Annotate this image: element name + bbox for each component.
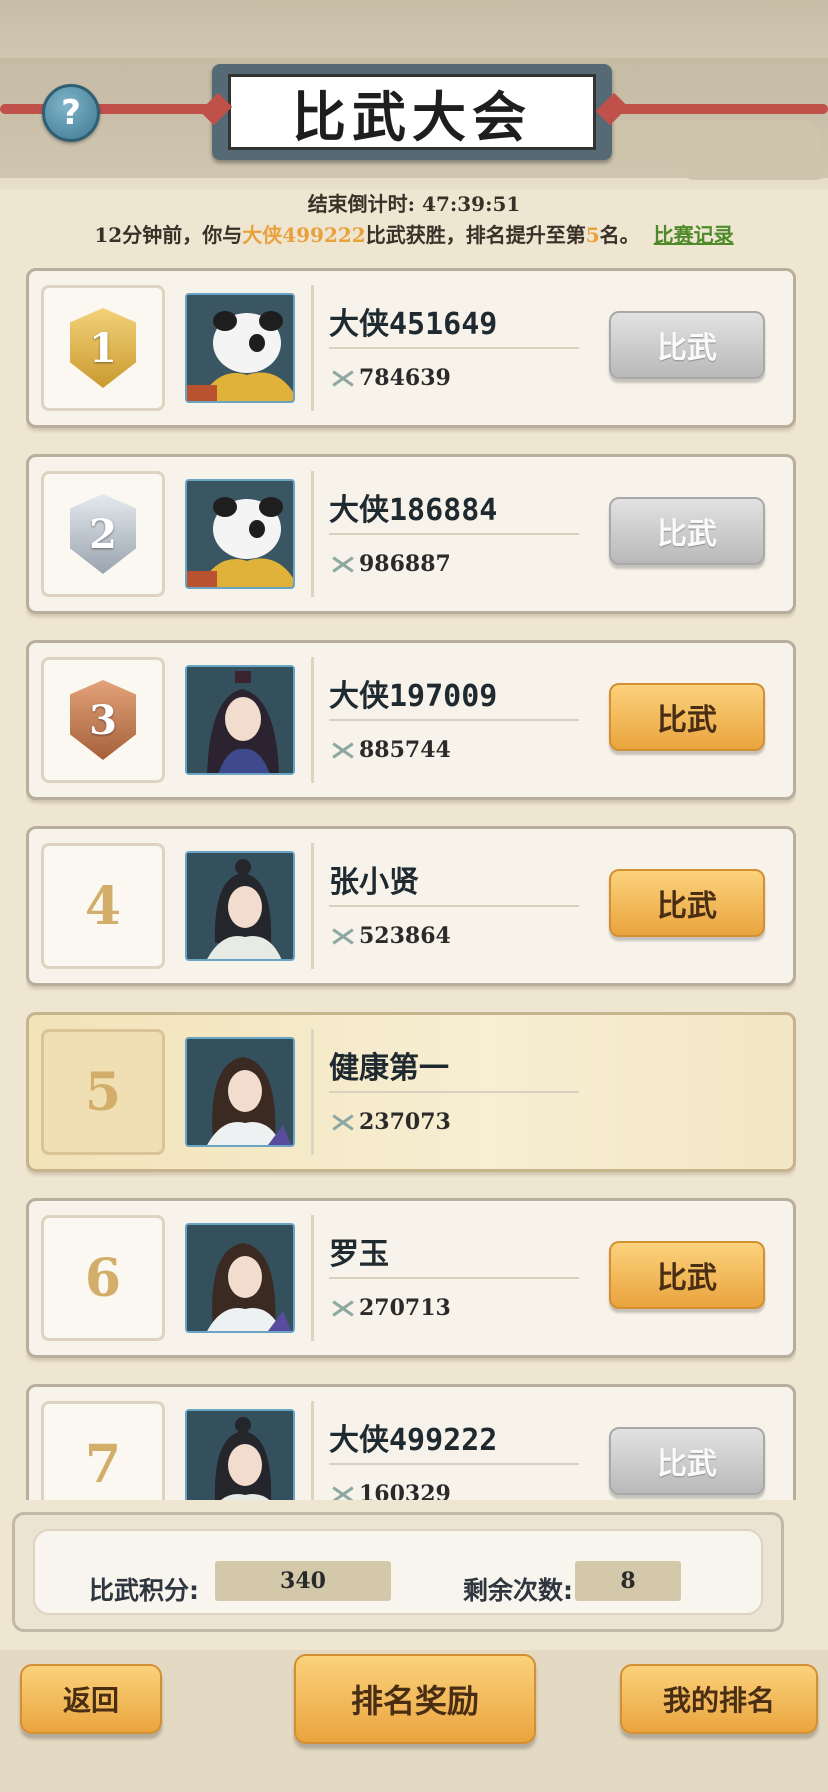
remaining-label: 剩余次数: [463,1576,573,1605]
divider [329,1091,579,1093]
player-name: 张小贤 [329,865,419,900]
crossed-swords-icon [329,367,355,389]
rank-number: 6 [84,1247,122,1309]
rank-box: 1 [41,285,165,411]
avatar [185,293,295,403]
match-record-link[interactable]: 比赛记录 [654,223,734,247]
crossed-swords-icon [329,739,355,761]
player-name: 健康第一 [329,1051,449,1086]
avatar [185,1409,295,1500]
rope-left [0,104,220,114]
notice-opponent: 大侠499222 [242,223,366,247]
challenge-button[interactable]: 比武 [609,497,765,565]
power-display: 885744 [329,737,451,763]
notice-suffix: 名。 [599,223,640,247]
rank-box: 5 [41,1029,165,1155]
rank-number: 7 [84,1433,122,1495]
power-value: 237073 [359,1109,451,1135]
stats-inner: 比武积分: 340 剩余次数: 8 [33,1529,763,1615]
player-name: 罗玉 [329,1237,389,1272]
power-display: 270713 [329,1295,451,1321]
player-name: 大侠451649 [329,307,498,342]
divider [329,719,579,721]
power-value: 160329 [359,1481,451,1500]
power-value: 885744 [359,737,451,763]
stats-panel: 比武积分: 340 剩余次数: 8 [12,1512,784,1632]
ranking-rewards-button[interactable]: 排名奖励 [294,1654,536,1744]
power-display: 784639 [329,365,451,391]
ranking-row-self: 5 健康第一 237073 [26,1012,796,1172]
rank-number: 5 [84,1061,122,1123]
divider [329,347,579,349]
power-value: 270713 [359,1295,451,1321]
countdown-text: 结束倒计时: 47:39:51 [307,192,521,216]
title-frame: 比武大会 [228,74,596,150]
cloud-decoration [680,150,828,180]
power-value: 986887 [359,551,451,577]
challenge-button[interactable]: 比武 [609,1427,765,1495]
crossed-swords-icon [329,553,355,575]
notice-prefix: 12分钟前，你与 [94,223,243,247]
divider [329,533,579,535]
rank-box: 6 [41,1215,165,1341]
avatar [185,479,295,589]
avatar [185,665,295,775]
divider [329,1463,579,1465]
rope-right [604,104,828,114]
power-display: 160329 [329,1481,451,1500]
crossed-swords-icon [329,925,355,947]
silver-medal-icon: 2 [70,494,136,574]
challenge-button[interactable]: 比武 [609,311,765,379]
ranking-row: 6 罗玉 270713 比武 [26,1198,796,1358]
avatar [185,1037,295,1147]
ranking-row: 7 大侠499222 160329 比武 [26,1384,796,1500]
rank-box: 4 [41,843,165,969]
rank-box: 7 [41,1401,165,1500]
notice-mid: 比武获胜，排名提升至第 [365,223,586,247]
power-display: 523864 [329,923,451,949]
ranking-row: 4 张小贤 523864 比武 [26,826,796,986]
challenge-button[interactable]: 比武 [609,1241,765,1309]
rank-number: 4 [84,875,122,937]
player-name: 大侠186884 [329,493,498,528]
ranking-row: 2 大侠186884 986887 比武 [26,454,796,614]
bronze-medal-icon: 3 [70,680,136,760]
title-plate: 比武大会 [212,64,612,160]
crossed-swords-icon [329,1297,355,1319]
my-ranking-button[interactable]: 我的排名 [620,1664,818,1734]
player-name: 大侠499222 [329,1423,498,1458]
rank-box: 2 [41,471,165,597]
score-label: 比武积分: [89,1576,199,1605]
score-value: 340 [215,1561,391,1601]
notice-rank: 5 [585,223,600,247]
challenge-button[interactable]: 比武 [609,683,765,751]
ranking-list[interactable]: 1 大侠451649 784639 比武 2 大侠186884 986887 比… [26,268,796,1500]
page-title: 比武大会 [292,85,532,149]
player-name: 大侠197009 [329,679,498,714]
crossed-swords-icon [329,1111,355,1133]
power-display: 237073 [329,1109,451,1135]
remaining-value: 8 [575,1561,681,1601]
gold-medal-icon: 1 [70,308,136,388]
help-button[interactable]: ? [42,84,100,142]
divider [329,905,579,907]
battle-notice: 12分钟前，你与大侠499222比武获胜，排名提升至第5名。 比赛记录 [0,219,828,248]
power-value: 784639 [359,365,451,391]
power-display: 986887 [329,551,451,577]
challenge-button[interactable]: 比武 [609,869,765,937]
crossed-swords-icon [329,1483,355,1500]
power-value: 523864 [359,923,451,949]
divider [329,1277,579,1279]
rank-box: 3 [41,657,165,783]
ranking-row: 3 大侠197009 885744 比武 [26,640,796,800]
ranking-row: 1 大侠451649 784639 比武 [26,268,796,428]
avatar [185,851,295,961]
back-button[interactable]: 返回 [20,1664,162,1734]
avatar [185,1223,295,1333]
